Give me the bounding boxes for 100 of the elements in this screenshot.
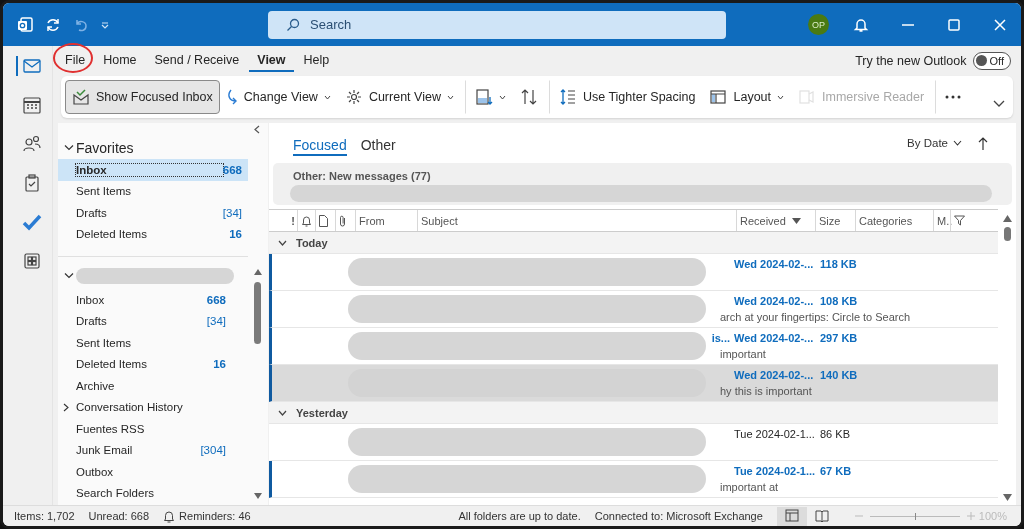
folder-item[interactable]: Inbox 668: [58, 159, 248, 181]
menu-tab[interactable]: Home: [95, 49, 145, 72]
section-title[interactable]: Favorites: [76, 140, 134, 156]
status-text: All folders are up to date.: [458, 510, 581, 522]
column-header[interactable]: From: [355, 210, 417, 231]
scroll-up-icon[interactable]: [254, 269, 262, 275]
status-text: Reminders: 46: [179, 510, 251, 522]
notification-banner[interactable]: Other: New messages (77): [273, 163, 1012, 205]
bell-icon: [163, 509, 176, 523]
folder-item[interactable]: Drafts [34]: [58, 202, 248, 224]
sync-icon[interactable]: [45, 16, 61, 33]
search-icon: [286, 17, 300, 32]
scroll-down-icon[interactable]: [254, 493, 262, 499]
folder-item[interactable]: Deleted Items 16: [58, 223, 248, 245]
scrollbar-thumb[interactable]: [1003, 227, 1011, 241]
group-header[interactable]: Yesterday: [269, 402, 998, 424]
close-icon[interactable]: [993, 17, 1007, 32]
dropdown-button[interactable]: Change View: [219, 80, 338, 114]
dropdown-button[interactable]: Current View: [337, 80, 461, 114]
message-size: 67 KB: [820, 465, 853, 479]
column-header[interactable]: Categories: [855, 210, 933, 231]
mail-icon[interactable]: [15, 56, 42, 76]
toggle-switch[interactable]: Off: [972, 51, 1011, 70]
item-count: [34]: [206, 315, 226, 328]
reading-pane-icon: [474, 88, 493, 106]
column-header[interactable]: Size: [815, 210, 855, 231]
avatar[interactable]: OP: [808, 14, 829, 35]
message-row[interactable]: Tue 2024-02-1... 86 KB: [269, 424, 998, 461]
view-button[interactable]: [776, 506, 807, 526]
chevron-down-icon[interactable]: [64, 272, 74, 280]
folder-item[interactable]: Conversation History: [58, 396, 232, 418]
toolbar-button[interactable]: Use Tighter Spacing: [548, 80, 703, 114]
message-size: 297 KB: [820, 332, 859, 346]
column-header[interactable]: !: [269, 210, 297, 231]
banner-text: Other: New messages (77): [293, 170, 432, 182]
chevron-down-icon[interactable]: [64, 144, 74, 152]
sort-down-icon: [791, 217, 801, 224]
caret-icon: [446, 94, 454, 100]
message-size: 108 KB: [820, 295, 859, 309]
message-size: 118 KB: [820, 258, 858, 272]
column-header[interactable]: Subject: [417, 210, 736, 231]
pivot-tab[interactable]: Focused: [293, 130, 347, 156]
bell-icon[interactable]: [853, 16, 869, 33]
scroll-up-icon[interactable]: [1002, 215, 1012, 222]
status-text: Unread: 668: [88, 510, 150, 522]
message-preview: important at: [720, 481, 779, 493]
app-icon[interactable]: [17, 16, 33, 33]
sort-dropdown[interactable]: By Date: [907, 137, 962, 149]
received-date: Wed 2024-02-...: [734, 369, 815, 383]
folder-item[interactable]: Archive: [58, 375, 232, 397]
folder-item[interactable]: Junk Email [304]: [58, 439, 232, 461]
pivot-tab[interactable]: Other: [360, 130, 396, 156]
status-text: Connected to: Microsoft Exchange: [594, 510, 763, 522]
more-icon: [945, 95, 962, 99]
folder-item[interactable]: Inbox 668: [58, 289, 232, 311]
maximize-icon[interactable]: [947, 17, 961, 32]
spacing-icon: [558, 88, 577, 106]
received-date: Wed 2024-02-...: [734, 295, 815, 309]
paperclip-icon: [339, 214, 346, 227]
envelope-check-icon: [72, 88, 90, 106]
group-header[interactable]: Today: [269, 232, 998, 254]
message-row[interactable]: Wed 2024-02-... 108 KB arch at your fingertips: Circle to Search: [269, 291, 998, 328]
caret-icon: [777, 94, 784, 100]
chevron-down-icon[interactable]: [993, 100, 1005, 108]
folder-item[interactable]: Deleted Items 16: [58, 353, 232, 375]
folder-item[interactable]: Fuentes RSS: [58, 418, 232, 440]
received-date: Tue 2024-02-1...: [734, 465, 817, 479]
filter-icon: [954, 215, 965, 226]
column-header[interactable]: Received: [736, 210, 815, 231]
chevron-down-icon: [953, 140, 962, 146]
received-date: Wed 2024-02-...: [734, 332, 815, 346]
folder-item[interactable]: Sent Items: [58, 332, 232, 354]
search-field[interactable]: Search: [268, 10, 726, 39]
folder-item[interactable]: Sent Items: [58, 180, 248, 202]
message-size: 140 KB: [820, 369, 859, 383]
message-row[interactable]: Tue 2024-02-1... 67 KB important at: [269, 461, 998, 498]
message-row[interactable]: Wed 2024-02-... 118 KB: [269, 254, 998, 291]
item-count: [34]: [222, 206, 242, 219]
folder-item[interactable]: Search Folders: [58, 482, 232, 504]
menu-tab[interactable]: Send / Receive: [146, 49, 248, 72]
menu-tab[interactable]: View: [249, 49, 294, 72]
scrollbar-thumb[interactable]: [254, 282, 261, 344]
chevron-left-icon[interactable]: [254, 125, 260, 134]
document-icon: [319, 214, 328, 227]
caret-icon[interactable]: [101, 20, 109, 29]
message-size: 86 KB: [820, 428, 851, 442]
curved-arrow-icon: [226, 89, 238, 105]
toggle-label: Try the new Outlook: [855, 53, 967, 68]
sort-up-arrow-icon[interactable]: [978, 136, 988, 150]
message-row[interactable]: Wed 2024-02-... 140 KB hy this is important: [269, 365, 998, 402]
menu-tab[interactable]: Help: [295, 49, 338, 72]
menu-tab[interactable]: File: [57, 49, 94, 72]
scroll-down-icon[interactable]: [1002, 494, 1012, 501]
column-header[interactable]: M..: [933, 210, 950, 231]
folder-item[interactable]: Drafts [34]: [58, 310, 232, 332]
dropdown-button[interactable]: Layout: [702, 80, 791, 114]
toolbar-button[interactable]: Show Focused Inbox: [65, 80, 220, 114]
item-count: 668: [206, 293, 226, 306]
bell-icon: [301, 214, 312, 227]
folder-item[interactable]: Outbox: [58, 461, 232, 483]
